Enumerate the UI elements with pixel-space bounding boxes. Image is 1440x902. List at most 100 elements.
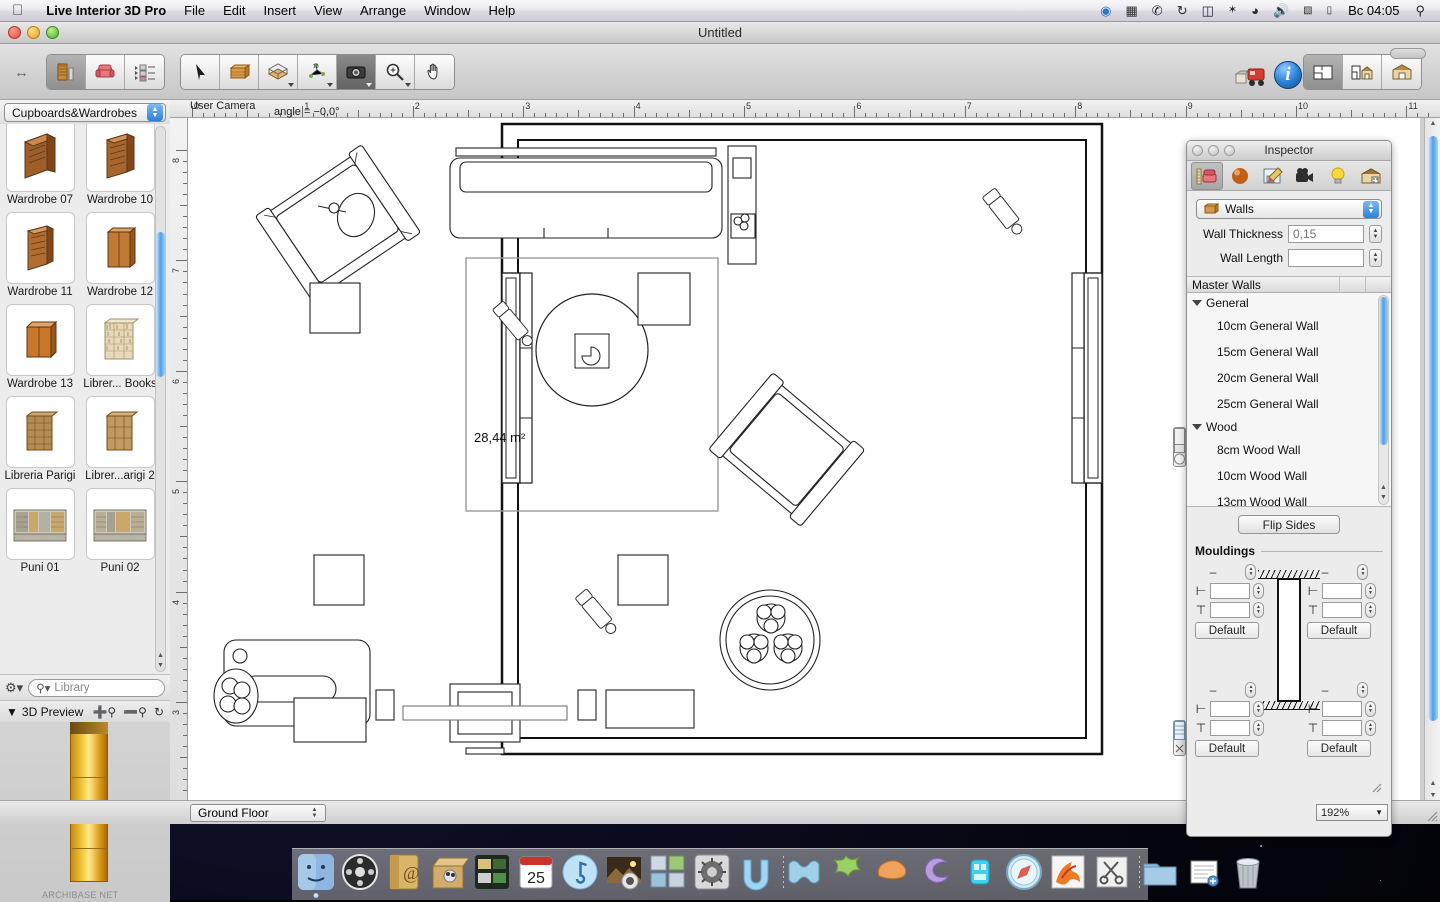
moulding-width-input-tr[interactable]	[1322, 583, 1362, 599]
firefox-icon[interactable]	[1048, 852, 1088, 892]
scroll-down-arrow-icon[interactable]: ▼	[156, 661, 165, 671]
wall-preset-item[interactable]: 20cm General Wall	[1187, 365, 1391, 391]
menu-item-insert[interactable]: Insert	[255, 0, 306, 22]
minimize-button[interactable]	[27, 26, 40, 39]
wall-length-input[interactable]	[1288, 249, 1364, 267]
wall-preset-item[interactable]: 10cm Wood Wall	[1187, 463, 1391, 489]
menu-app-name[interactable]: Live Interior 3D Pro	[37, 0, 175, 22]
library-item[interactable]: Librer... Books	[80, 304, 160, 390]
floor-selector[interactable]: Ground Floor ▲▼	[190, 804, 326, 822]
moulding-default-button-tl[interactable]: Default	[1195, 622, 1259, 639]
library-item[interactable]: Wardrobe 07	[0, 124, 80, 206]
library-item[interactable]: Puni 01	[0, 488, 80, 574]
delivery-box-icon[interactable]	[428, 852, 468, 892]
menu-item-file[interactable]: File	[175, 0, 214, 22]
close-dot[interactable]	[1192, 145, 1203, 156]
wall-preset-item[interactable]: 8cm Wood Wall	[1187, 437, 1391, 463]
moulding-stepper-bl[interactable]: ▲▼	[1245, 682, 1256, 698]
master-walls-scrollbar[interactable]: ▲ ▼	[1378, 295, 1389, 505]
window-resize-grip[interactable]	[1424, 808, 1438, 822]
delivery-truck-icon[interactable]	[1234, 62, 1268, 88]
camera-tool-icon[interactable]	[337, 55, 376, 89]
eject-icon[interactable]: ▯	[1320, 0, 1340, 22]
edit-inspector-icon[interactable]	[1257, 162, 1289, 190]
wall-preset-item[interactable]: 13cm Wood Wall	[1187, 489, 1391, 507]
moulding-height-input-tr[interactable]	[1322, 602, 1362, 618]
moulding-width-stepper-bl[interactable]: ▲▼	[1253, 701, 1264, 717]
library-item[interactable]: Wardrobe 13	[0, 304, 80, 390]
library-item[interactable]: Librer...arigi 2	[80, 396, 160, 482]
moulding-minus-tl[interactable]: –	[1210, 565, 1217, 579]
toolbar-resize-pill[interactable]	[1390, 48, 1426, 59]
inspector-window-controls[interactable]	[1192, 145, 1235, 156]
library-item[interactable]: Wardrobe 12	[80, 212, 160, 298]
moulding-stepper-tr[interactable]: ▲▼	[1357, 564, 1368, 580]
search-icon[interactable]: ⚲	[1408, 0, 1432, 22]
bluetooth-icon[interactable]: ✶	[1221, 0, 1244, 22]
material-inspector-icon[interactable]	[1224, 162, 1256, 190]
library-scrollbar[interactable]: ▲ ▼	[155, 126, 166, 672]
menu-clock[interactable]: Bc 04:05	[1339, 3, 1408, 18]
wall-thickness-input[interactable]: 0,15	[1288, 225, 1364, 243]
wall-thickness-stepper[interactable]: ▲▼	[1369, 225, 1382, 243]
canvas-scrollbar-thumb[interactable]	[1428, 136, 1438, 721]
wall-preset-item[interactable]: 25cm General Wall	[1187, 391, 1391, 417]
canvas-vertical-scrollbar[interactable]: ▲ ▲ ▼	[1424, 118, 1440, 806]
moulding-stepper-tl[interactable]: ▲▼	[1245, 564, 1256, 580]
word-icon[interactable]	[784, 852, 824, 892]
snapz-icon[interactable]	[1092, 852, 1132, 892]
minimize-dot[interactable]	[1208, 145, 1219, 156]
inspector-type-popup[interactable]: Walls ▲▼	[1196, 199, 1382, 219]
zoom-in-icon[interactable]: ➕⚲	[92, 705, 116, 719]
itunes-icon[interactable]	[560, 852, 600, 892]
scroll-up-arrow-icon[interactable]: ▲	[156, 651, 165, 661]
zoom-button[interactable]	[46, 26, 59, 39]
transmission-icon[interactable]	[736, 852, 776, 892]
scroll-down-arrow-icon[interactable]: ▼	[1379, 494, 1388, 504]
master-walls-list[interactable]: General 10cm General Wall 15cm General W…	[1187, 293, 1391, 507]
downloads-folder-icon[interactable]	[1140, 852, 1180, 892]
master-walls-scrollbar-thumb[interactable]	[1379, 297, 1388, 445]
scroll-up-arrow-icon[interactable]: ▲	[1379, 484, 1388, 494]
moulding-width-stepper-tr[interactable]: ▲▼	[1365, 583, 1376, 599]
moulding-height-input-br[interactable]	[1322, 720, 1362, 736]
flag-us-icon[interactable]: ▧	[1296, 0, 1319, 22]
moulding-height-stepper-bl[interactable]: ▲▼	[1253, 720, 1264, 736]
scroll-up-arrow-icon-2[interactable]: ▲	[1428, 780, 1438, 792]
address-book-icon[interactable]: @	[384, 852, 424, 892]
excel-icon[interactable]	[828, 852, 868, 892]
library-scrollbar-thumb[interactable]	[156, 232, 165, 377]
site-inspector-icon[interactable]	[1355, 162, 1387, 190]
scroll-up-arrow-icon[interactable]: ▲	[1428, 120, 1438, 132]
entourage-icon[interactable]	[916, 852, 956, 892]
photobooth-icon[interactable]	[472, 852, 512, 892]
volume-icon[interactable]: 🔊	[1266, 0, 1296, 22]
wall-handle-bottom[interactable]	[1173, 720, 1186, 756]
search-input[interactable]: ⚲▾ Library	[28, 679, 165, 697]
moulding-width-input-br[interactable]	[1322, 701, 1362, 717]
floorplan-view-icon[interactable]	[1304, 55, 1343, 89]
library-item[interactable]: Wardrobe 10	[80, 124, 160, 206]
apple-menu-icon[interactable]: 	[12, 3, 23, 18]
camera-inspector-icon[interactable]	[1290, 162, 1322, 190]
menu-item-arrange[interactable]: Arrange	[351, 0, 415, 22]
library-item[interactable]: Puni 02	[80, 488, 160, 574]
list-icon[interactable]	[125, 55, 164, 89]
zoom-out-icon[interactable]: ➖⚲	[123, 705, 147, 719]
moulding-height-input-bl[interactable]	[1210, 720, 1250, 736]
moulding-width-input-bl[interactable]	[1210, 701, 1250, 717]
menu-item-view[interactable]: View	[305, 0, 351, 22]
library-icon[interactable]	[47, 55, 86, 89]
battery-icon[interactable]: ◫	[1195, 0, 1221, 22]
info-button[interactable]: i	[1274, 61, 1302, 89]
armchair-icon[interactable]	[86, 55, 125, 89]
gear-icon[interactable]: ⚙▾	[5, 680, 23, 696]
group-wood[interactable]: Wood	[1187, 417, 1391, 437]
object-tool-icon[interactable]: 10	[298, 55, 337, 89]
arrow-select-icon[interactable]	[181, 55, 220, 89]
ical-icon[interactable]: 25	[516, 852, 556, 892]
phone-icon[interactable]: ✆	[1145, 0, 1170, 22]
moulding-height-input-tl[interactable]	[1210, 602, 1250, 618]
moulding-default-button-br[interactable]: Default	[1307, 740, 1371, 757]
wifi-icon[interactable]: ◕	[1244, 0, 1266, 22]
